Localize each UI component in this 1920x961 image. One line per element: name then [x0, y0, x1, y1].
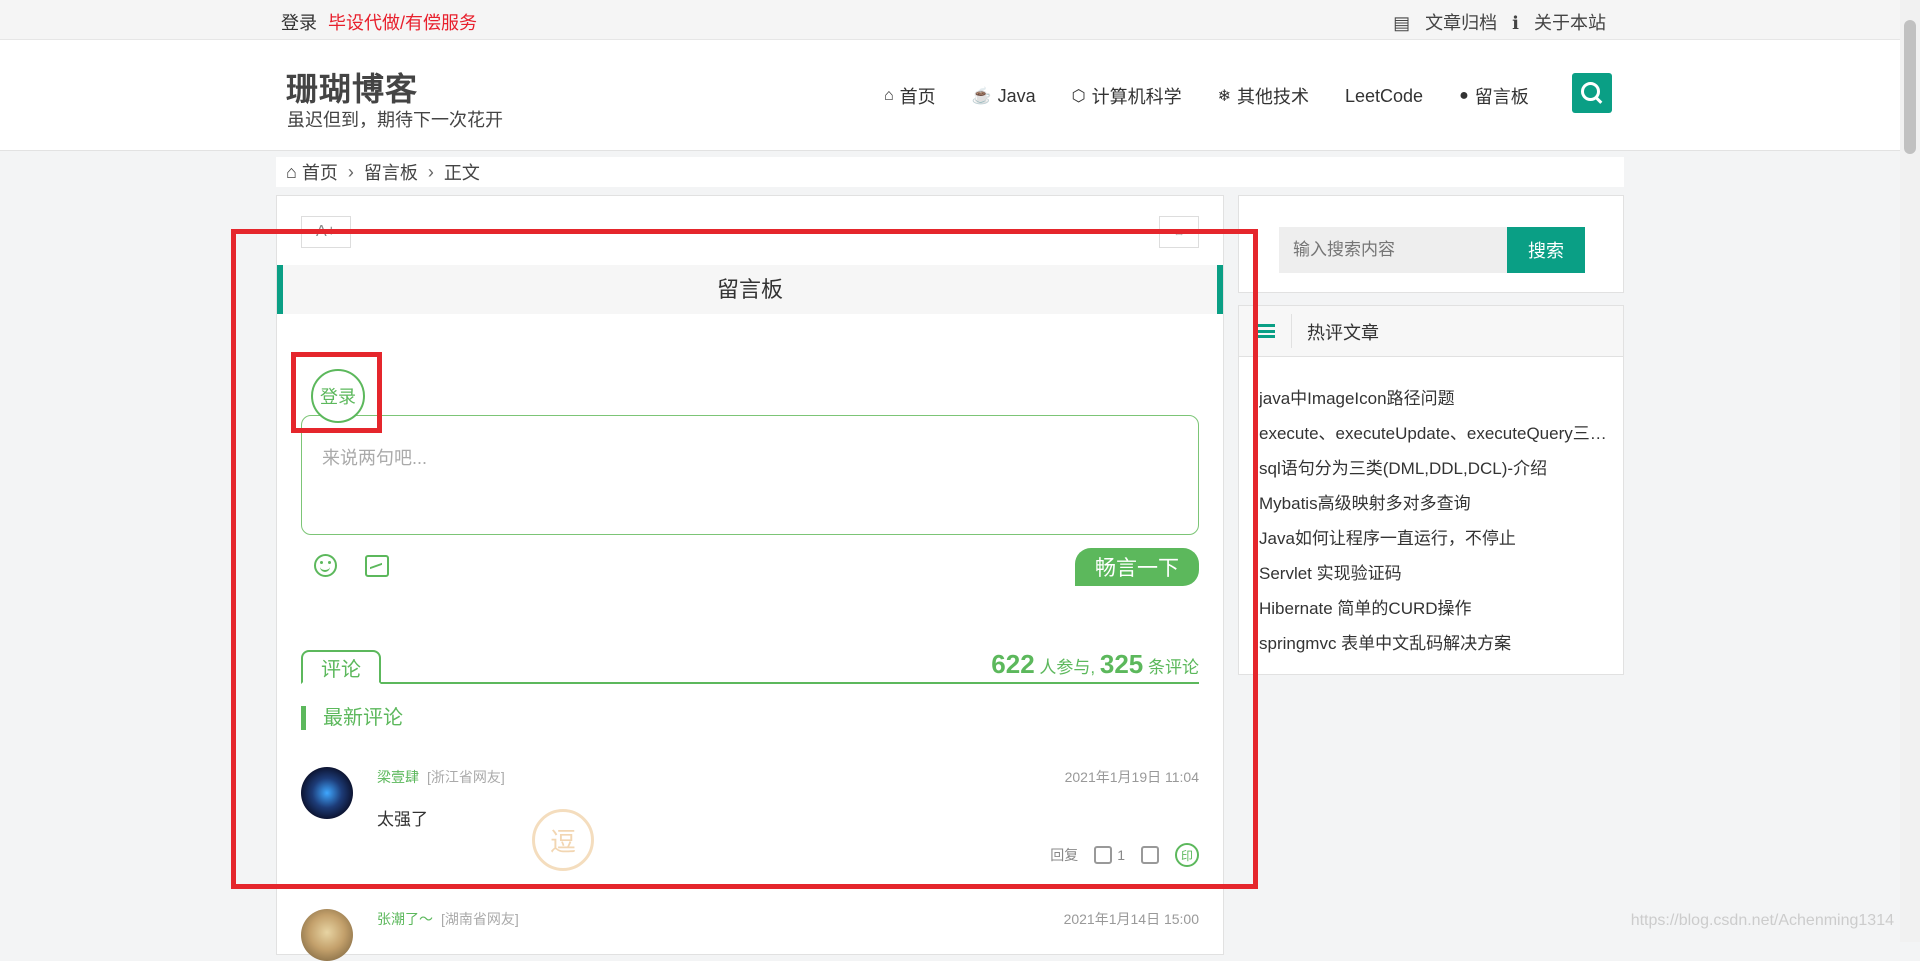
main-nav: ⌂ 首页 ☕ Java ⬡ 计算机科学 ❄ 其他技术 LeetCode ● 留言板: [884, 83, 1565, 109]
nav-label: 计算机科学: [1091, 87, 1182, 107]
about-link[interactable]: ℹ 关于本站: [1512, 13, 1606, 33]
tab-comments[interactable]: 评论: [301, 650, 381, 684]
avatar[interactable]: [301, 909, 353, 961]
hot-articles-header: 热评文章: [1239, 306, 1623, 357]
author-name: 梁壹肆: [377, 769, 419, 785]
chevron-right-icon: ›: [347, 161, 354, 182]
author-location: [湖南省网友]: [441, 911, 519, 927]
nav-label: LeetCode: [1345, 85, 1424, 106]
comment-icon: ●: [1459, 87, 1469, 104]
breadcrumb: ⌂ 首页 › 留言板 › 正文: [276, 157, 1624, 187]
top-left: 登录 毕设代做/有偿服务: [281, 9, 477, 35]
changyan-logo-icon[interactable]: 印: [1175, 843, 1199, 867]
list-item[interactable]: Servlet 实现验证码: [1259, 556, 1609, 591]
nav-home[interactable]: ⌂ 首页: [884, 83, 936, 109]
author-name: 张潮了～: [377, 911, 433, 927]
nav-label: 首页: [899, 87, 936, 107]
comment-text: 太强了: [377, 810, 428, 829]
author-location: [浙江省网友]: [427, 769, 505, 785]
scrollbar-thumb[interactable]: [1904, 20, 1916, 154]
comment-author[interactable]: 张潮了～ [湖南省网友]: [377, 909, 519, 929]
home-icon: ⌂: [286, 161, 297, 182]
breadcrumb-home[interactable]: 首页: [302, 159, 338, 185]
submit-comment-button[interactable]: 畅言一下: [1075, 548, 1199, 586]
reply-button[interactable]: 回复: [1050, 845, 1078, 865]
latest-comments-heading: 最新评论: [301, 706, 403, 730]
breadcrumb-board[interactable]: 留言板: [364, 159, 418, 185]
comment-tab-row: 评论 622 人参与, 325 条评论: [301, 649, 1199, 684]
font-size-button[interactable]: A+: [301, 216, 351, 248]
cubes-icon: ⬡: [1071, 88, 1086, 105]
list-item[interactable]: sql语句分为三类(DML,DDL,DCL)-介绍: [1259, 451, 1609, 486]
archive-label: 文章归档: [1425, 13, 1498, 33]
thumbs-down-icon[interactable]: [1141, 846, 1159, 864]
stamp-watermark: 逗: [532, 809, 594, 871]
top-right: ▤ 文章归档 ℹ 关于本站: [1383, 9, 1606, 35]
list-item[interactable]: java中ImageIcon路径问题: [1259, 381, 1609, 416]
breadcrumb-current: 正文: [443, 163, 480, 183]
url-watermark: https://blog.csdn.net/Achenming1314: [1630, 912, 1894, 929]
scrollbar[interactable]: [1900, 0, 1920, 942]
avatar[interactable]: [301, 767, 353, 819]
nav-label: Java: [997, 85, 1036, 106]
search-icon: [1580, 81, 1600, 101]
hot-articles-panel: 热评文章 java中ImageIcon路径问题 execute、executeU…: [1238, 305, 1624, 675]
nav-other[interactable]: ❄ 其他技术: [1218, 83, 1309, 109]
about-label: 关于本站: [1534, 13, 1606, 33]
like-button[interactable]: 1: [1094, 846, 1125, 864]
hot-articles-list: java中ImageIcon路径问题 execute、executeUpdate…: [1259, 381, 1609, 661]
promo-link[interactable]: 毕设代做/有偿服务: [328, 13, 477, 33]
site-header: 珊瑚博客 虽迟但到，期待下一次花开 ⌂ 首页 ☕ Java ⬡ 计算机科学 ❄ 其他技术…: [0, 40, 1900, 151]
list-item[interactable]: Java如何让程序一直运行，不停止: [1259, 521, 1609, 556]
menu-icon: [1257, 324, 1275, 338]
main-content: A+ ⇔ 留言板 登录 来说两句吧... 畅言一下 评论 622 人参与, 32…: [276, 195, 1224, 961]
comment-stats: 622 人参与, 325 条评论: [991, 649, 1199, 680]
nav-java[interactable]: ☕ Java: [972, 83, 1036, 109]
list-item[interactable]: execute、executeUpdate、executeQuery三者的区别: [1259, 416, 1609, 451]
header-search-button[interactable]: [1572, 73, 1612, 113]
comment-actions: 回复 1 印: [1050, 843, 1199, 867]
emoji-icon[interactable]: [314, 554, 337, 577]
page-title: 留言板: [277, 265, 1223, 314]
nav-guestbook[interactable]: ● 留言板: [1459, 83, 1529, 109]
login-link[interactable]: 登录: [281, 13, 317, 33]
participants-label: 人参与,: [1039, 658, 1096, 677]
login-avatar-button[interactable]: 登录: [311, 369, 365, 423]
list-item[interactable]: springmvc 表单中文乱码解决方案: [1259, 626, 1609, 661]
nav-label: 其他技术: [1237, 87, 1309, 107]
hot-articles-title: 热评文章: [1307, 323, 1379, 343]
divider: [1291, 314, 1292, 348]
expand-button[interactable]: ⇔: [1159, 216, 1199, 248]
comment-textarea[interactable]: 来说两句吧...: [301, 415, 1199, 535]
sidebar-search-button[interactable]: 搜索: [1507, 227, 1585, 273]
snowflake-icon: ❄: [1217, 88, 1231, 105]
chevron-right-icon: ›: [427, 161, 434, 182]
image-upload-icon[interactable]: [365, 555, 389, 577]
list-item[interactable]: Hibernate 简单的CURD操作: [1259, 591, 1609, 626]
site-slogan: 虽迟但到，期待下一次花开: [287, 110, 503, 130]
comments-count: 325: [1099, 649, 1144, 679]
nav-leetcode[interactable]: LeetCode: [1345, 83, 1423, 109]
participants-count: 622: [991, 649, 1035, 679]
home-icon: ⌂: [884, 87, 894, 104]
comment-author[interactable]: 梁壹肆 [浙江省网友]: [377, 767, 505, 787]
coffee-icon: ☕: [971, 88, 992, 105]
comment-time: 2021年1月19日 11:04: [1064, 769, 1199, 785]
sidebar-search: 搜索: [1238, 195, 1624, 293]
nav-label: 留言板: [1474, 87, 1529, 107]
site-logo[interactable]: 珊瑚博客: [286, 64, 418, 110]
top-bar: 登录 毕设代做/有偿服务 ▤ 文章归档 ℹ 关于本站: [0, 0, 1920, 40]
archive-link[interactable]: ▤ 文章归档: [1393, 13, 1497, 33]
list-item[interactable]: Mybatis高级映射多对多查询: [1259, 486, 1609, 521]
thumbs-up-icon: [1094, 846, 1113, 864]
sidebar-search-input[interactable]: [1279, 227, 1507, 273]
like-count: 1: [1117, 847, 1125, 863]
comments-label: 条评论: [1148, 658, 1199, 677]
comment-time: 2021年1月14日 15:00: [1063, 911, 1199, 927]
nav-cs[interactable]: ⬡ 计算机科学: [1072, 83, 1182, 109]
